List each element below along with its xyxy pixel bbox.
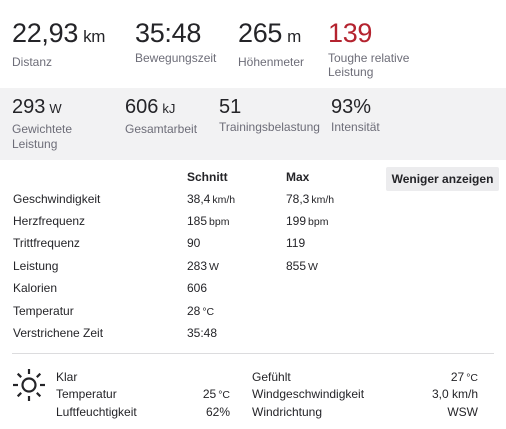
temperature-label: Temperatur: [56, 387, 117, 401]
wind-speed-label: Windgeschwindigkeit: [252, 387, 365, 401]
row-avg: 35:48: [187, 326, 218, 340]
stat-value: 293: [12, 96, 46, 118]
stat-value: 93%: [331, 96, 372, 118]
row-max: 119: [286, 236, 306, 250]
stat-label: Höhenmeter: [238, 55, 305, 69]
wind-direction-label: Windrichtung: [252, 405, 323, 419]
table-row: Kalorien 606: [0, 277, 506, 299]
row-avg: 606: [187, 281, 208, 295]
stat-training-load: 51 Trainingsbelastung: [219, 95, 320, 135]
stat-label: Bewegungszeit: [135, 51, 217, 65]
feels-like-label: Gefühlt: [252, 370, 291, 384]
row-avg: 28 °C: [187, 304, 215, 318]
stat-label: Trainingsbelastung: [219, 120, 320, 134]
sun-icon: [13, 369, 45, 401]
stat-value: 139: [328, 18, 373, 48]
humidity-value: 62%: [205, 405, 230, 419]
table-row: Verstrichene Zeit 35:48: [0, 322, 506, 344]
stat-value: 22,93: [12, 18, 79, 48]
wind-speed-value: 3,0 km/h: [431, 387, 478, 401]
stat-value: 51: [219, 96, 242, 118]
row-label: Temperatur: [13, 304, 74, 318]
stat-intensity: 93% Intensität: [331, 95, 380, 135]
table-row: Leistung 283 W 855 W: [0, 255, 506, 277]
row-avg: 90: [187, 236, 201, 250]
stat-weighted-power: 293 W Gewichtete Leistung: [12, 95, 72, 152]
column-header-max: Max: [286, 170, 310, 184]
stats-table: Schnitt Max Weniger anzeigen Geschwindig…: [0, 160, 506, 346]
feels-like-value: 27 °C: [450, 370, 478, 384]
weather-condition: Klar: [56, 370, 78, 384]
table-row: Geschwindigkeit 38,4 km/h 78,3 km/h: [0, 188, 506, 210]
stat-distance: 22,93 km Distanz: [12, 18, 105, 69]
stat-unit: km: [83, 27, 106, 46]
row-max: 199 bpm: [286, 214, 329, 228]
row-avg: 185 bpm: [187, 214, 230, 228]
stat-label: Gewichtete Leistung: [12, 122, 73, 151]
stat-moving-time: 35:48 Bewegungszeit: [135, 18, 216, 65]
table-row: Herzfrequenz 185 bpm 199 bpm: [0, 210, 506, 232]
temperature-value: 25 °C: [202, 387, 230, 401]
row-label: Trittfrequenz: [13, 236, 80, 250]
row-max: 78,3 km/h: [286, 192, 335, 206]
table-row: Temperatur 28 °C: [0, 300, 506, 322]
column-header-avg: Schnitt: [187, 170, 228, 184]
stat-relative-effort[interactable]: 139 Toughe relative Leistung: [328, 18, 409, 79]
row-label: Herzfrequenz: [13, 214, 86, 228]
row-avg: 283 W: [187, 259, 219, 273]
secondary-stats: 293 W Gewichtete Leistung 606 kJ Gesamtarbe…: [0, 88, 506, 160]
primary-stats: 22,93 km Distanz 35:48 Bewegungszeit 265 m…: [0, 0, 506, 88]
stat-unit: kJ: [162, 101, 176, 116]
row-label: Kalorien: [13, 281, 58, 295]
humidity-label: Luftfeuchtigkeit: [56, 405, 137, 419]
row-avg: 38,4 km/h: [187, 192, 236, 206]
stat-value: 265: [238, 18, 283, 48]
stat-label: Distanz: [12, 55, 53, 69]
stat-unit: m: [287, 27, 302, 46]
stat-value: 606: [125, 96, 159, 118]
row-max: 855 W: [286, 259, 318, 273]
stat-elevation: 265 m Höhenmeter: [238, 18, 304, 69]
stat-label: Intensität: [331, 120, 380, 134]
wind-direction-value: WSW: [447, 405, 478, 419]
weather-section: Klar Temperatur Luftfeuchtigkeit 25 °C 62…: [0, 354, 506, 429]
stat-label: Toughe relative Leistung: [328, 51, 410, 79]
stat-value: 35:48: [135, 18, 202, 48]
stat-label: Gesamtarbeit: [125, 122, 198, 136]
stat-unit: W: [49, 101, 62, 116]
row-label: Verstrichene Zeit: [13, 326, 104, 340]
table-row: Trittfrequenz 90 119: [0, 232, 506, 254]
row-label: Leistung: [13, 259, 59, 273]
row-label: Geschwindigkeit: [13, 192, 101, 206]
stat-total-work: 606 kJ Gesamtarbeit: [125, 95, 197, 137]
